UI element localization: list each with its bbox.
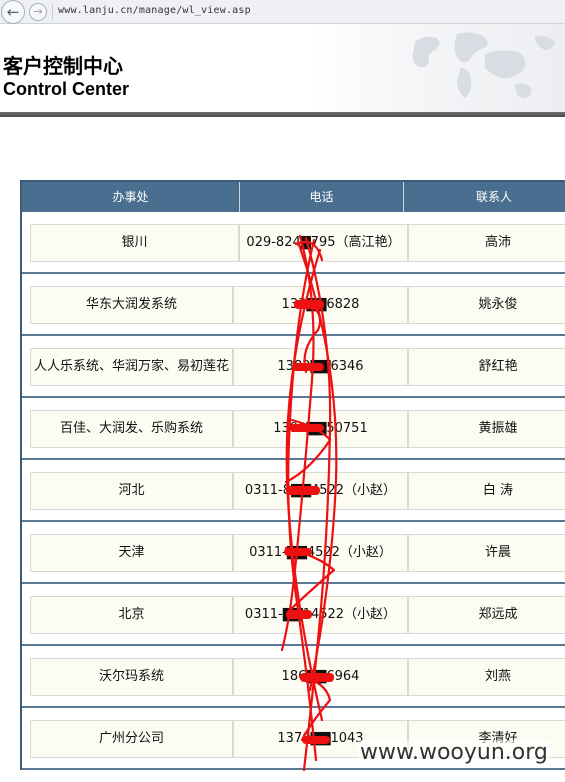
table-row: 沃尔玛系统 186▇▇6964 刘燕 [22,646,565,708]
table-row: 河北 0311-8▇▇4522（小赵） 白 涛 [22,460,565,522]
forward-button[interactable]: → [29,3,47,21]
table-row: 北京 0311-▇▇14522（小赵） 郑远成 [22,584,565,646]
page-title-chinese: 客户控制中心 [3,54,123,78]
column-header-phone: 电话 [240,182,404,212]
browser-address-bar: ← → www.lanju.cn/manage/wl_view.asp [0,0,565,24]
office-cell: 广州分公司 [30,720,233,758]
office-cell: 沃尔玛系统 [30,658,233,696]
office-cell: 华东大润发系统 [30,286,233,324]
contact-cell: 姚永俊 [408,286,565,324]
column-header-contact: 联系人 [475,190,512,204]
watermark-text: www.wooyun.org [358,740,550,765]
phone-cell: 029-824▇795（高江艳） [239,224,408,262]
office-contact-table: 办事处 电话 联系人 银川 029-824▇795（高江艳） 高沛 华东大润发系… [20,180,565,770]
arrow-right-icon: → [33,5,43,18]
phone-cell: 0311-▇▇4522（小赵） [233,534,408,572]
contact-cell: 舒红艳 [408,348,565,386]
office-cell: 北京 [30,596,233,634]
table-row: 人人乐系统、华润万家、易初莲花 1382▇▇6346 舒红艳 [22,336,565,398]
contact-cell: 刘燕 [408,658,565,696]
phone-cell: 0311-▇▇14522（小赵） [233,596,408,634]
table-header: 办事处 电话 联系人 [22,180,565,212]
world-map-graphic [412,32,555,98]
contact-cell: 许晨 [408,534,565,572]
office-cell: 百佳、大润发、乐购系统 [30,410,233,448]
phone-cell: 0311-8▇▇4522（小赵） [233,472,408,510]
phone-cell: 1382▇▇6346 [233,348,408,386]
url-field[interactable]: www.lanju.cn/manage/wl_view.asp [58,5,251,16]
phone-cell: 1392▇▇50751 [233,410,408,448]
page-title-english: Control Center [3,79,129,99]
office-cell: 天津 [30,534,233,572]
office-cell: 人人乐系统、华润万家、易初莲花 [30,348,233,386]
phone-cell: 186▇▇6964 [233,658,408,696]
table-row: 天津 0311-▇▇4522（小赵） 许晨 [22,522,565,584]
contact-cell: 高沛 [408,224,565,262]
contact-cell: 黄振雄 [408,410,565,448]
table-row: 华东大润发系统 133▇▇6828 姚永俊 [22,274,565,336]
table-row: 银川 029-824▇795（高江艳） 高沛 [22,212,565,274]
phone-cell: 133▇▇6828 [233,286,408,324]
office-cell: 银川 [30,224,239,262]
page-header: 客户控制中心 Control Center [0,24,565,114]
office-cell: 河北 [30,472,233,510]
arrow-left-icon: ← [6,3,20,21]
table-row: 百佳、大润发、乐购系统 1392▇▇50751 黄振雄 [22,398,565,460]
header-divider [0,112,565,117]
contact-cell: 郑远成 [408,596,565,634]
back-button[interactable]: ← [1,0,25,24]
contact-cell: 白 涛 [408,472,565,510]
column-header-office: 办事处 [22,182,240,212]
divider [52,4,53,20]
